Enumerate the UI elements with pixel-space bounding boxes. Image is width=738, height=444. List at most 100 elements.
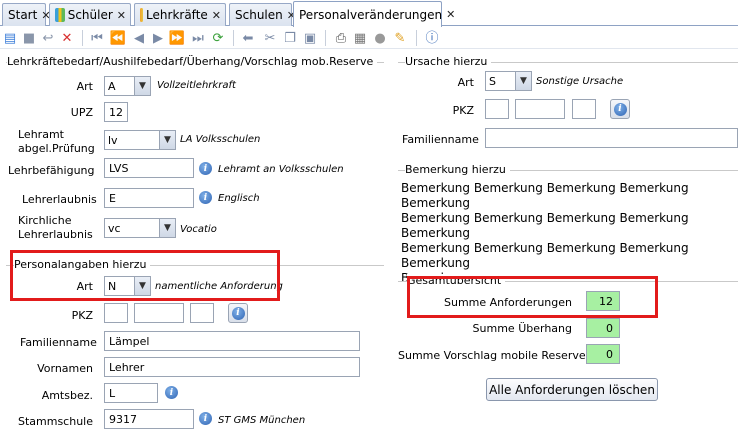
toolbar: ▤ ■ ↩ ✕ ⏮ ⏪ ◀ ▶ ⏩ ⏭ ⟳ ⬅ ✂ ❐ ▣ ⎙ ▦ ● ✎ ⓘ xyxy=(0,27,738,49)
next-page-icon[interactable]: ⏩ xyxy=(169,30,185,46)
tab-label: Schüler xyxy=(67,8,113,22)
new-icon[interactable]: ▤ xyxy=(2,30,18,46)
preview-icon[interactable]: ▦ xyxy=(352,30,368,46)
erlaubnis-field[interactable]: E xyxy=(104,188,194,208)
stammschule-label: Stammschule xyxy=(17,415,93,428)
paste-icon[interactable]: ▣ xyxy=(302,30,318,46)
kirchlich-value: vc xyxy=(108,221,121,235)
ursache-art-value: S xyxy=(489,74,496,88)
ursache-pkz-field-3[interactable] xyxy=(572,99,596,119)
separator xyxy=(233,30,234,46)
ursache-art-description: Sonstige Ursache xyxy=(536,76,624,87)
info-icon[interactable]: i xyxy=(199,412,212,425)
chevron-down-icon[interactable]: ▼ xyxy=(515,72,531,90)
ursache-pkz-field-2[interactable] xyxy=(515,99,565,119)
ursache-familienname-field[interactable] xyxy=(485,128,738,148)
befaehigung-label: Lehrbefähigung xyxy=(8,164,95,177)
refresh-icon[interactable]: ⟳ xyxy=(210,30,226,46)
save-icon[interactable]: ■ xyxy=(21,30,37,46)
kirchlich-label: Kirchliche Lehrerlaubnis xyxy=(18,214,93,242)
personal-pkz-field-1[interactable] xyxy=(104,303,128,323)
info-icon[interactable]: i xyxy=(165,386,178,399)
art-select[interactable]: A ▼ xyxy=(104,76,151,96)
cut-icon[interactable]: ✂ xyxy=(262,30,278,46)
prev-icon[interactable]: ◀ xyxy=(131,30,147,46)
alle-anforderungen-loeschen-button[interactable]: Alle Anforderungen löschen xyxy=(486,378,658,401)
befaehigung-field[interactable]: LVS xyxy=(104,158,194,178)
kirchlich-description: Vocatio xyxy=(180,224,217,235)
lehramt-label-line1: Lehramt xyxy=(18,128,64,141)
info-icon[interactable]: i xyxy=(199,191,212,204)
close-icon[interactable]: ✕ xyxy=(446,8,455,21)
clear-icon[interactable]: ✎ xyxy=(392,30,408,46)
chevron-down-icon[interactable]: ▼ xyxy=(134,77,150,95)
personal-pkz-label: PKZ xyxy=(71,309,93,322)
stammschule-field[interactable]: 9317 xyxy=(104,409,194,429)
tab-lehrkraefte[interactable]: Lehrkräfte ✕ xyxy=(134,3,226,26)
back-icon[interactable]: ⬅ xyxy=(240,30,256,46)
pkz-lookup-button[interactable]: i xyxy=(228,303,248,323)
art-value: A xyxy=(108,79,116,93)
prev-page-icon[interactable]: ⏪ xyxy=(110,30,126,46)
tab-bar: Start ✕ Schüler ✕ Lehrkräfte ✕ Schulen ✕… xyxy=(0,0,738,27)
highlight-box-personal-art xyxy=(10,250,280,301)
next-icon[interactable]: ▶ xyxy=(150,30,166,46)
tab-schueler[interactable]: Schüler ✕ xyxy=(49,3,131,26)
last-icon[interactable]: ⏭ xyxy=(190,30,206,46)
lehramt-value: lv xyxy=(108,133,118,147)
info-icon: i xyxy=(231,306,245,320)
group-legend-ursache: Ursache hierzu xyxy=(405,55,492,68)
tab-start[interactable]: Start ✕ xyxy=(2,3,51,26)
tab-label: Personalveränderungen xyxy=(299,7,443,22)
separator xyxy=(325,30,326,46)
upz-field[interactable]: 12 xyxy=(104,102,128,122)
highlight-box-summe-anforderungen xyxy=(407,276,658,318)
help-icon[interactable]: ⓘ xyxy=(424,30,440,46)
vornamen-field[interactable]: Lehrer xyxy=(104,357,360,377)
close-icon[interactable]: ✕ xyxy=(212,9,221,22)
tab-personalveraenderungen[interactable]: Personalveränderungen ✕ xyxy=(293,1,455,27)
students-icon xyxy=(55,8,65,22)
upz-label: UPZ xyxy=(70,106,93,119)
amtsbez-field[interactable]: L xyxy=(104,383,158,403)
summe-reserve-field: 0 xyxy=(586,344,620,364)
amtsbez-label: Amtsbez. xyxy=(41,389,93,402)
lehramt-select[interactable]: lv ▼ xyxy=(104,130,176,150)
familienname-field[interactable]: Lämpel xyxy=(104,331,360,351)
info-icon[interactable]: i xyxy=(199,162,212,175)
kirchlich-select[interactable]: vc ▼ xyxy=(104,218,176,238)
ursache-pkz-lookup-button[interactable]: i xyxy=(610,99,630,119)
delete-icon[interactable]: ✕ xyxy=(59,30,75,46)
tab-label: Start xyxy=(8,8,38,22)
kirchlich-label-line2: Lehrerlaubnis xyxy=(18,228,93,241)
ursache-art-select[interactable]: S ▼ xyxy=(485,71,532,91)
chevron-down-icon[interactable]: ▼ xyxy=(159,131,175,149)
tab-label: Schulen xyxy=(235,8,283,22)
tab-schulen[interactable]: Schulen ✕ xyxy=(229,3,296,26)
ursache-art-label: Art xyxy=(457,76,474,89)
befaehigung-description: Lehramt an Volksschulen xyxy=(218,164,344,175)
lehramt-label-line2: abgel.Prüfung xyxy=(18,142,95,155)
chevron-down-icon[interactable]: ▼ xyxy=(159,219,175,237)
close-icon[interactable]: ✕ xyxy=(117,9,126,22)
teachers-icon xyxy=(140,8,144,22)
group-legend-bemerkung: Bemerkung hierzu xyxy=(405,163,510,176)
familienname-label: Familienname xyxy=(20,336,97,349)
copy-icon[interactable]: ❐ xyxy=(282,30,298,46)
lehramt-label: Lehramt abgel.Prüfung xyxy=(18,128,95,156)
record-icon[interactable]: ● xyxy=(372,30,388,46)
summe-ueberhang-field: 0 xyxy=(586,318,620,338)
personal-pkz-field-3[interactable] xyxy=(190,303,214,323)
print-icon[interactable]: ⎙ xyxy=(333,30,349,46)
summe-reserve-label: Summe Vorschlag mobile Reserve xyxy=(398,349,586,362)
erlaubnis-description: Englisch xyxy=(218,193,260,204)
first-icon[interactable]: ⏮ xyxy=(89,30,105,46)
bemerkung-textarea[interactable]: Bemerkung Bemerkung Bemerkung Bemerkung … xyxy=(401,181,736,285)
erlaubnis-label: Lehrerlaubnis xyxy=(22,193,97,206)
lehramt-description: LA Volksschulen xyxy=(180,134,261,145)
separator xyxy=(82,30,83,46)
undo-icon[interactable]: ↩ xyxy=(40,30,56,46)
personal-pkz-field-2[interactable] xyxy=(134,303,184,323)
art-label: Art xyxy=(76,80,93,93)
ursache-pkz-field-1[interactable] xyxy=(485,99,509,119)
